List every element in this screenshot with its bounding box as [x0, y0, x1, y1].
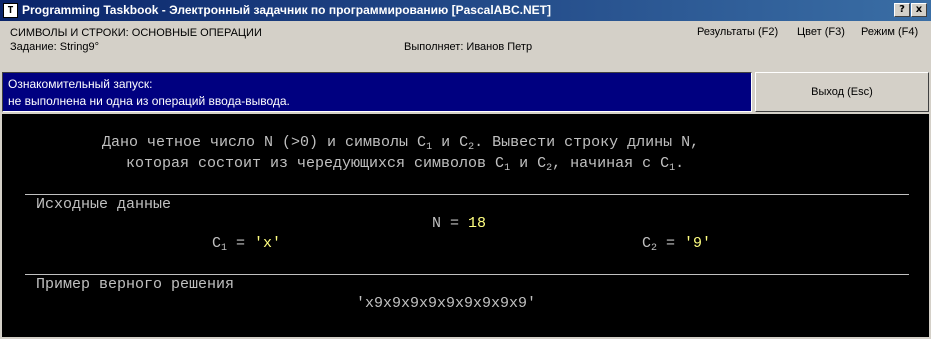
task-line2-d: .: [675, 155, 685, 172]
task-line2-b: и C: [510, 155, 547, 172]
task-text-line-2: которая состоит из чередующихся символов…: [126, 155, 684, 174]
group-title: СИМВОЛЫ И СТРОКИ: ОСНОВНЫЕ ОПЕРАЦИИ: [10, 27, 262, 39]
color-button[interactable]: Цвет (F3): [797, 26, 845, 38]
task-text-line-1: Дано четное число N (>0) и символы C1 и …: [102, 134, 699, 153]
results-button[interactable]: Результаты (F2): [697, 26, 778, 38]
c2-label: C: [642, 235, 652, 252]
section-divider: [25, 274, 909, 275]
task-label: Задание: String9°: [10, 41, 99, 53]
task-line2-c: , начиная с C: [552, 155, 670, 172]
window-title: Programming Taskbook - Электронный задач…: [22, 3, 551, 17]
input-c1: C1 = 'x': [212, 235, 281, 254]
help-button[interactable]: ?: [894, 3, 910, 17]
c1-eq: =: [227, 235, 255, 252]
status-panel: Ознакомительный запуск: не выполнена ни …: [2, 72, 752, 112]
title-bar[interactable]: T Programming Taskbook - Электронный зад…: [0, 0, 931, 21]
task-line2-a: которая состоит из чередующихся символов…: [126, 155, 505, 172]
app-icon[interactable]: T: [3, 3, 18, 18]
input-n: N = 18: [432, 215, 486, 232]
task-line1-c: . Вывести строку длины N,: [474, 134, 700, 151]
mode-button[interactable]: Режим (F4): [861, 26, 918, 38]
task-header: СИМВОЛЫ И СТРОКИ: ОСНОВНЫЕ ОПЕРАЦИИ Зада…: [0, 21, 931, 71]
app-window: T Programming Taskbook - Электронный зад…: [0, 0, 931, 339]
n-value: 18: [468, 215, 487, 232]
c1-label: C: [212, 235, 222, 252]
performer-label: Выполняет: Иванов Петр: [404, 41, 533, 53]
exit-button[interactable]: Выход (Esc): [755, 72, 929, 112]
close-button[interactable]: x: [911, 3, 927, 17]
status-line-2: не выполнена ни одна из операций ввода-в…: [8, 94, 290, 108]
status-line-1: Ознакомительный запуск:: [8, 77, 153, 91]
example-result: 'x9x9x9x9x9x9x9x9x9': [356, 295, 537, 312]
input-section-heading: Исходные данные: [36, 196, 172, 213]
c2-value: '9': [684, 235, 712, 252]
section-divider: [25, 194, 909, 195]
example-section-heading: Пример верного решения: [36, 276, 235, 293]
c2-eq: =: [657, 235, 685, 252]
task-line1-a: Дано четное число N (>0) и символы C: [102, 134, 427, 151]
task-console: Дано четное число N (>0) и символы C1 и …: [2, 114, 929, 337]
c1-value: 'x': [254, 235, 282, 252]
n-label: N =: [432, 215, 469, 232]
input-c2: C2 = '9': [642, 235, 711, 254]
status-bar: Ознакомительный запуск: не выполнена ни …: [0, 71, 931, 114]
task-line1-b: и C: [432, 134, 469, 151]
